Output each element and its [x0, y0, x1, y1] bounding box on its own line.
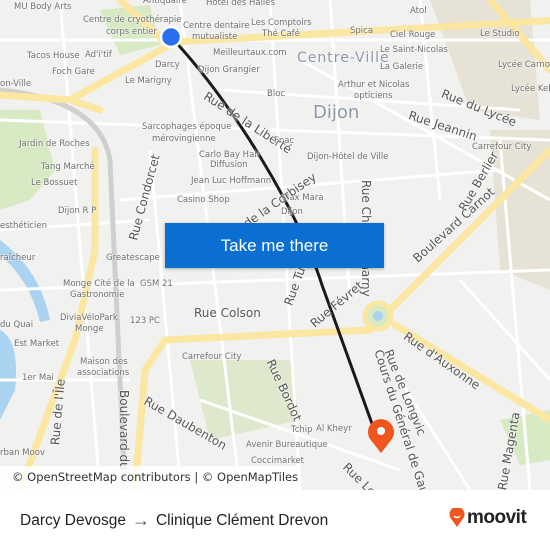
place-label: Tacos House [27, 51, 80, 61]
place-label: rban Moov [0, 448, 45, 458]
place-label: Dijon [313, 102, 360, 123]
place-label: Monge Cité de la [63, 279, 135, 289]
place-label: Monge [75, 324, 104, 334]
street-label: Boulevard du [117, 390, 131, 470]
moovit-logo: moovit [449, 507, 527, 529]
place-label: Antiquaire [143, 0, 187, 6]
map-pin-icon [368, 419, 394, 453]
place-label: Sarcophages époque [142, 122, 232, 132]
moovit-pin-icon [449, 508, 465, 527]
place-label: Les Comptoirs [251, 18, 312, 28]
place-label: Jean Luc Hoffmann [191, 176, 272, 186]
place-label: opticiens [354, 91, 393, 101]
route-summary: Darcy Devosge → Clinique Clément Drevon [20, 510, 328, 531]
arrow-right-icon: → [131, 510, 150, 530]
place-label: Bloc [267, 89, 286, 99]
place-label: mutualiste [192, 32, 238, 42]
place-label: Le Bossuet [31, 178, 78, 188]
place-label: Avenir Bureautique [246, 440, 328, 450]
place-label: Gastronomie [70, 290, 125, 300]
place-label: Centre dentaire [183, 21, 250, 31]
place-label: Casino Shop [177, 195, 230, 205]
place-label: Arthur et Nicolas [338, 80, 410, 90]
place-label: Tchip [291, 425, 313, 435]
place-label: Dijon R P [58, 206, 97, 216]
origin-name: Darcy Devosge [20, 511, 126, 529]
place-label: 1er Mai [22, 373, 54, 383]
place-label: mérovingienne [152, 134, 216, 144]
place-label: on-Ville [0, 79, 32, 89]
place-label: Carrefour City [472, 142, 532, 152]
blue-dot-icon [159, 25, 183, 49]
place-label: associations [77, 368, 130, 378]
place-label: Centre-Ville [297, 50, 390, 66]
place-label: Fnac [274, 136, 295, 146]
place-label: La Galerie [380, 62, 424, 72]
place-label: Coccimarket [251, 456, 305, 466]
footer-bar: Darcy Devosge → Clinique Clément Drevon … [0, 490, 550, 550]
place-label: Le Marigny [125, 76, 172, 86]
place-label: Carrefour City [182, 352, 242, 362]
place-label: Diffusion [210, 160, 248, 170]
place-label: Dijon-Hôtel de Ville [307, 152, 389, 162]
place-label: Hôtel des Halles [206, 0, 275, 8]
place-label: Lycée Carnot [498, 60, 550, 70]
street-label: Rue Colson [194, 306, 261, 320]
place-label: Le Saint-Nicolas [380, 45, 448, 55]
attribution[interactable]: © OpenStreetMap contributors | © OpenMap… [0, 466, 300, 490]
place-label: Thé Café [262, 29, 300, 39]
place-label: Jardin de Roches [19, 139, 90, 149]
place-label: 123 PC [130, 316, 160, 326]
place-label: corps entier [106, 27, 157, 37]
place-label: Meilleurtaux.com [213, 48, 287, 58]
destination-name: Clinique Clément Drevon [155, 511, 329, 529]
place-label: Est Market [14, 339, 60, 349]
place-label: GSM 21 [140, 279, 173, 289]
place-label: esthéticien [0, 221, 47, 231]
place-label: DiviaVéloPark [60, 313, 118, 323]
place-label: Dijon [281, 207, 303, 217]
place-label: Dijon Grangier [198, 65, 260, 75]
place-label: Le Studio [480, 29, 520, 39]
place-label: Centre de cryothérapie [83, 15, 182, 25]
place-label: Greatescape [106, 253, 160, 263]
place-label: MU Body Arts [14, 2, 72, 12]
place-label: du Quai [0, 320, 34, 330]
water [0, 240, 50, 420]
take-me-there-button[interactable]: Take me there [165, 223, 384, 268]
place-label: Foch Gare [52, 67, 95, 77]
place-label: Ad'i'tif [85, 50, 112, 60]
place-label: Al Kheyr [316, 424, 352, 434]
place-label: Spica [350, 26, 374, 36]
place-label: Lycée Kebir [511, 84, 550, 94]
place-label: raîcheur [0, 253, 36, 263]
place-label: Atol [410, 6, 427, 16]
place-label: Darcy [155, 60, 180, 70]
place-label: Ciel Rouge [390, 30, 436, 40]
place-label: Tang Marché [41, 162, 95, 172]
place-label: Maison des [80, 357, 128, 367]
place-label: Carlo Bay Hair [199, 150, 261, 160]
map[interactable]: MU Body Arts Antiquaire Hôtel des Halles Ce… [0, 0, 550, 490]
